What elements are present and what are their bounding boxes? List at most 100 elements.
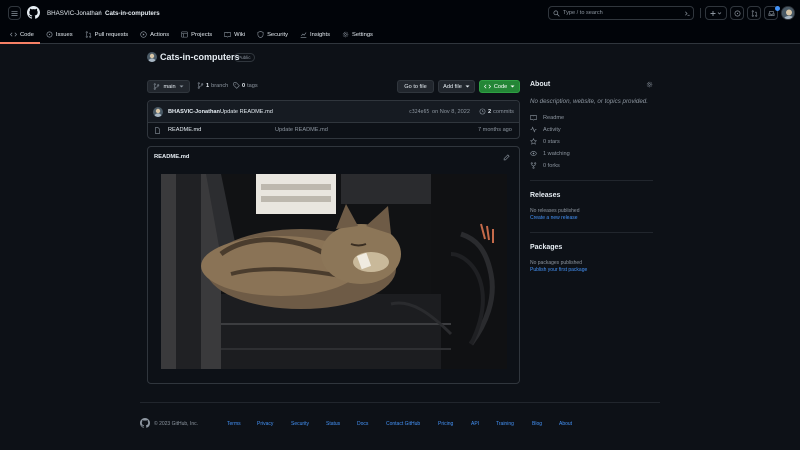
caret-down-icon xyxy=(510,85,515,88)
create-new-button[interactable] xyxy=(705,6,727,20)
go-to-file-label: Go to file xyxy=(404,83,427,90)
code-icon xyxy=(483,84,491,89)
tab-pull-requests[interactable]: Pull requests xyxy=(79,27,135,42)
footer-link-api[interactable]: API xyxy=(471,421,479,427)
tab-actions[interactable]: Actions xyxy=(134,27,175,42)
code-button-label: Code xyxy=(493,83,508,90)
caret-down-icon xyxy=(465,85,470,88)
file-age: 7 months ago xyxy=(478,127,512,133)
commit-hash[interactable]: c324e65 xyxy=(409,110,429,115)
footer-link-training[interactable]: Training xyxy=(496,421,514,427)
watching-link[interactable]: 1 watching xyxy=(530,150,570,157)
code-button[interactable]: Code xyxy=(479,80,520,93)
readme-link[interactable]: Readme xyxy=(530,114,564,121)
releases-heading[interactable]: Releases xyxy=(530,192,560,199)
activity-link[interactable]: Activity xyxy=(530,126,561,133)
breadcrumb-separator: / xyxy=(99,10,101,17)
footer-divider xyxy=(140,402,660,403)
repo-title[interactable]: Cats-in-computers xyxy=(160,52,240,62)
table-row[interactable]: README.md Update README.md 7 months ago xyxy=(148,123,519,138)
issue-icon xyxy=(734,10,740,16)
watching-link-label: 1 watching xyxy=(543,150,570,157)
github-logo-icon[interactable] xyxy=(27,6,40,19)
book-icon xyxy=(224,32,231,38)
footer-link-status[interactable]: Status xyxy=(326,421,340,427)
tab-wiki[interactable]: Wiki xyxy=(218,27,251,42)
cat-in-computer-image xyxy=(161,174,507,369)
user-avatar[interactable] xyxy=(781,6,795,20)
commit-message[interactable]: Update README.md xyxy=(220,109,273,115)
tab-code[interactable]: Code xyxy=(0,27,40,44)
footer-link-pricing[interactable]: Pricing xyxy=(438,421,453,427)
notifications-button[interactable] xyxy=(764,6,780,20)
file-commit-message[interactable]: Update README.md xyxy=(275,127,328,133)
avatar-image-icon xyxy=(153,107,163,117)
tab-insights[interactable]: Insights xyxy=(294,27,336,42)
stars-link[interactable]: 0 stars xyxy=(530,138,560,145)
commits-link[interactable]: 2 commits xyxy=(479,108,514,115)
global-header: BHASVIC-Jonathan / Cats-in-computers Typ… xyxy=(0,0,800,44)
tab-issues[interactable]: Issues xyxy=(40,27,79,42)
pull-request-icon xyxy=(751,9,757,17)
branch-name: main xyxy=(163,83,176,90)
shield-icon xyxy=(257,31,264,38)
branch-icon xyxy=(197,82,204,89)
gear-icon[interactable] xyxy=(646,81,653,88)
add-file-label: Add file xyxy=(443,83,462,90)
footer-link-blog[interactable]: Blog xyxy=(532,421,542,427)
add-file-button[interactable]: Add file xyxy=(438,80,475,93)
tab-code-label: Code xyxy=(20,31,34,38)
code-icon xyxy=(10,32,17,37)
tags-link[interactable]: 0 tags xyxy=(233,82,258,89)
create-release-link[interactable]: Create a new release xyxy=(530,215,578,221)
footer-copyright: © 2023 GitHub, Inc. xyxy=(154,421,198,427)
tab-security[interactable]: Security xyxy=(251,27,294,42)
branch-select-button[interactable]: main xyxy=(147,80,190,93)
commit-author-avatar[interactable] xyxy=(153,107,163,117)
go-to-file-button[interactable]: Go to file xyxy=(397,80,434,93)
footer-link-about[interactable]: About xyxy=(559,421,572,427)
readme-cat-image xyxy=(161,174,507,369)
pencil-icon[interactable] xyxy=(503,154,510,161)
packages-empty-text: No packages published xyxy=(530,260,582,266)
breadcrumb-owner[interactable]: BHASVIC-Jonathan xyxy=(47,10,102,17)
branch-count: 1 xyxy=(206,82,210,89)
packages-heading[interactable]: Packages xyxy=(530,244,562,251)
search-icon xyxy=(553,10,560,17)
tab-projects[interactable]: Projects xyxy=(175,27,218,42)
commit-count-label: commits xyxy=(493,108,514,115)
github-logo-icon[interactable] xyxy=(140,418,150,428)
menu-button[interactable] xyxy=(8,6,21,20)
stars-link-label: 0 stars xyxy=(543,138,560,145)
publish-package-link[interactable]: Publish your first package xyxy=(530,267,587,273)
about-description: No description, website, or topics provi… xyxy=(530,98,648,105)
play-icon xyxy=(140,31,147,38)
pull-requests-button[interactable] xyxy=(747,6,761,20)
search-input[interactable]: Type / to search xyxy=(548,6,694,20)
branch-icon xyxy=(154,83,160,90)
footer-link-terms[interactable]: Terms xyxy=(227,421,241,427)
tab-issues-label: Issues xyxy=(55,31,73,38)
forks-link[interactable]: 0 forks xyxy=(530,162,560,169)
readme-title[interactable]: README.md xyxy=(154,154,189,160)
file-name[interactable]: README.md xyxy=(168,127,201,133)
issues-button[interactable] xyxy=(730,6,744,20)
tab-settings[interactable]: Settings xyxy=(336,27,379,42)
footer-link-security[interactable]: Security xyxy=(291,421,309,427)
releases-empty-text: No releases published xyxy=(530,208,580,214)
tag-count: 0 xyxy=(242,82,246,89)
commit-author[interactable]: BHASVIC-Jonathan xyxy=(168,109,220,115)
repo-owner-avatar xyxy=(147,52,157,62)
plus-dropdown-icon xyxy=(710,10,722,16)
footer-link-contact[interactable]: Contact GitHub xyxy=(386,421,420,427)
inbox-icon xyxy=(768,10,774,16)
breadcrumb-repo[interactable]: Cats-in-computers xyxy=(105,10,160,17)
command-palette-button[interactable] xyxy=(681,6,694,20)
footer-link-privacy[interactable]: Privacy xyxy=(257,421,273,427)
footer-link-docs[interactable]: Docs xyxy=(357,421,368,427)
eye-icon xyxy=(530,151,537,156)
branches-link[interactable]: 1 branch xyxy=(197,82,228,89)
hamburger-icon xyxy=(11,10,18,16)
tab-wiki-label: Wiki xyxy=(234,31,246,38)
branch-label: branch xyxy=(211,82,229,89)
